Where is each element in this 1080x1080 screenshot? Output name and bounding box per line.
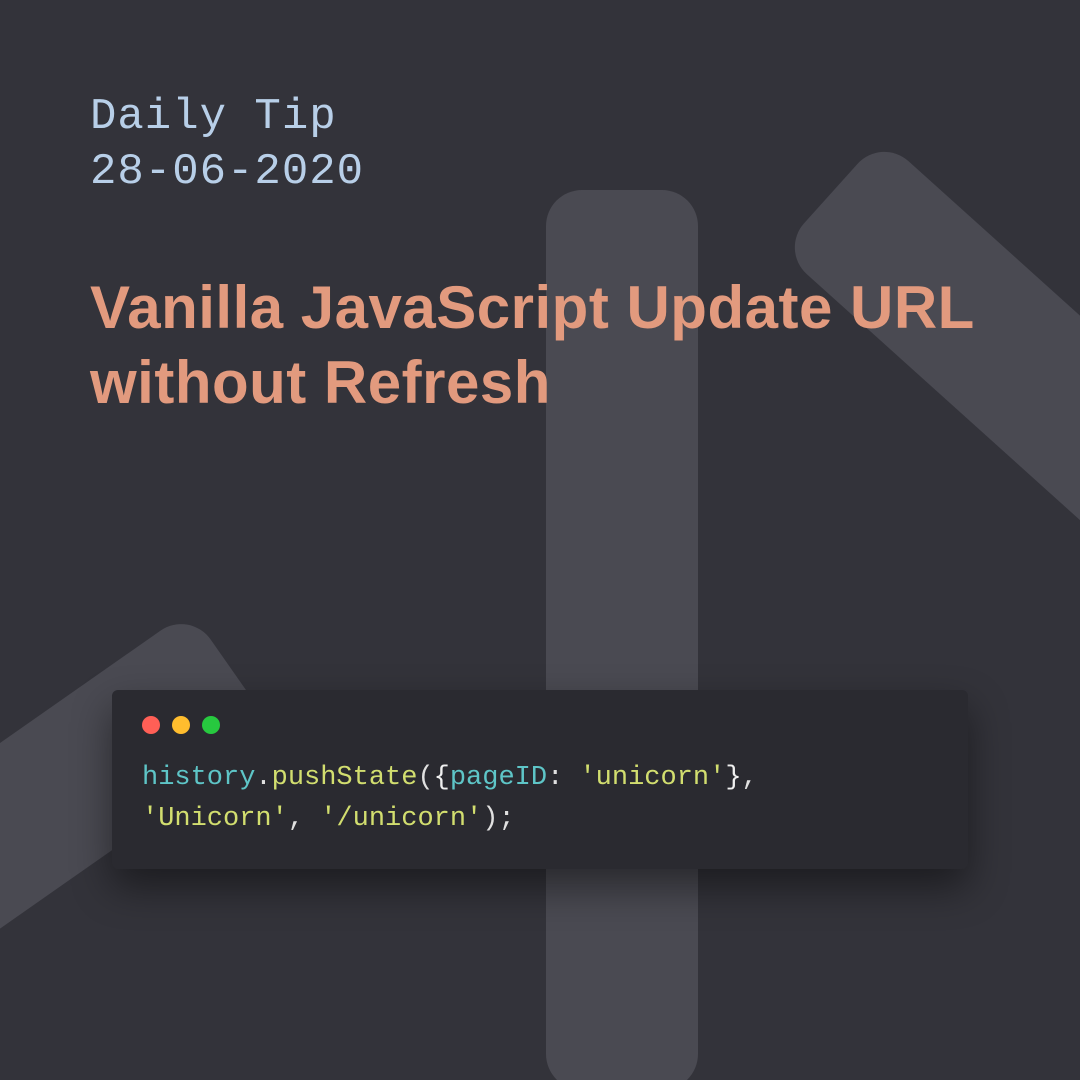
code-token-string-2: 'Unicorn'	[142, 804, 288, 834]
code-token-string-1: 'unicorn'	[579, 763, 725, 793]
code-snippet-card: history.pushState({pageID: 'unicorn'}, '…	[112, 690, 968, 869]
code-token-semicolon: ;	[498, 804, 514, 834]
code-token-close-paren: )	[482, 804, 498, 834]
code-token-colon: :	[547, 763, 579, 793]
close-icon	[142, 716, 160, 734]
meta-label: Daily Tip	[90, 90, 990, 145]
code-token-comma-2: ,	[288, 804, 320, 834]
code-token-comma-1: ,	[742, 763, 758, 793]
window-controls	[142, 716, 938, 734]
code-token-open-paren: (	[417, 763, 433, 793]
code-block: history.pushState({pageID: 'unicorn'}, '…	[142, 758, 938, 839]
code-token-dot: .	[255, 763, 271, 793]
code-token-open-brace: {	[434, 763, 450, 793]
code-token-function: pushState	[272, 763, 418, 793]
article-title: Vanilla JavaScript Update URL without Re…	[90, 270, 990, 420]
code-token-key: pageID	[450, 763, 547, 793]
code-token-object: history	[142, 763, 255, 793]
meta-date: 28-06-2020	[90, 145, 990, 200]
code-token-string-3: '/unicorn'	[320, 804, 482, 834]
zoom-icon	[202, 716, 220, 734]
content-area: Daily Tip 28-06-2020 Vanilla JavaScript …	[0, 0, 1080, 420]
meta-block: Daily Tip 28-06-2020	[90, 90, 990, 200]
minimize-icon	[172, 716, 190, 734]
code-token-close-brace: }	[725, 763, 741, 793]
